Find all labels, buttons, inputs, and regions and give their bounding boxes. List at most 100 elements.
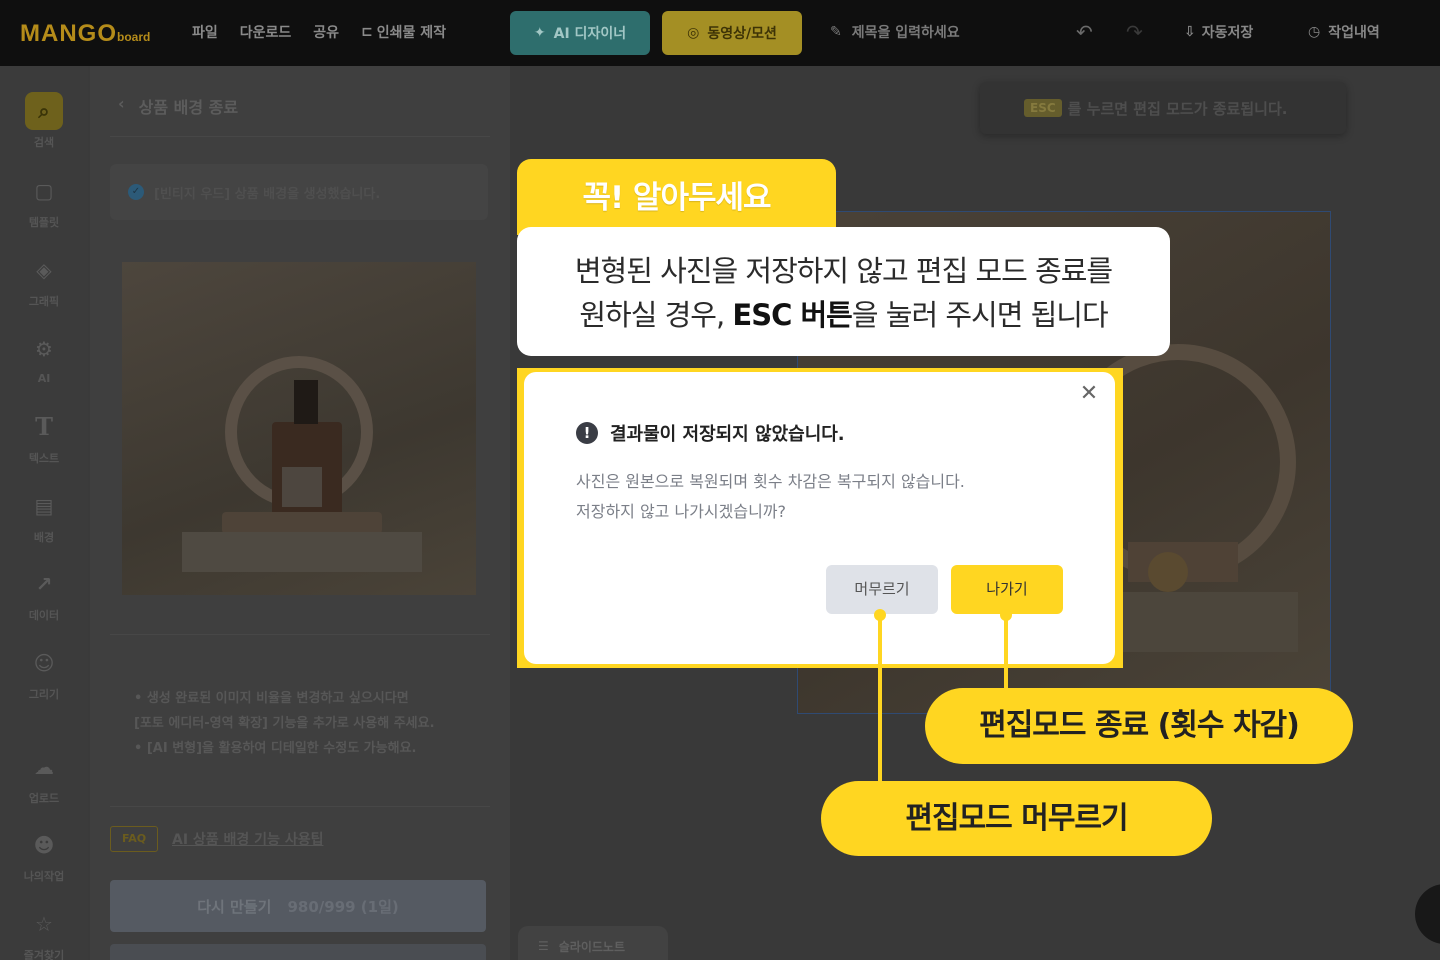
faq-link[interactable]: AI 상품 배경 기능 사용팁 xyxy=(172,829,323,849)
nav-label: AI xyxy=(37,372,51,385)
favorite-icon: ☆ xyxy=(35,912,53,936)
regenerate-button[interactable]: 다시 만들기 980/999 (1일) xyxy=(110,880,486,932)
dialog-body-line: 저장하지 않고 나가시겠습니까? xyxy=(576,502,787,521)
ai-designer-label: AI 디자이너 xyxy=(553,26,627,42)
callout-exit-label: 편집모드 종료 (횟수 차감) xyxy=(925,688,1353,764)
esc-banner: ESC 를 누르면 편집 모드가 종료됩니다. xyxy=(980,82,1346,134)
nav-label: 그리기 xyxy=(28,688,60,701)
video-motion-button[interactable]: ◎ 동영상/모션 xyxy=(662,11,802,55)
panel-header[interactable]: ‹ 상품 배경 종료 xyxy=(118,94,238,118)
nav-template[interactable]: ▢ 템플릿 xyxy=(0,172,88,230)
nav-label: 배경 xyxy=(33,531,55,544)
search-icon: ⌕ xyxy=(25,92,63,130)
ai-icon: ⚙ xyxy=(35,337,53,361)
check-icon: ✓ xyxy=(128,184,144,200)
print-label: 인쇄물 제작 xyxy=(376,25,447,41)
logo-sub: board xyxy=(117,30,151,44)
nav-label: 텍스트 xyxy=(28,452,60,465)
callout-stay-label: 편집모드 머무르기 xyxy=(821,781,1212,856)
connector-dot xyxy=(874,609,886,621)
tip-item: [포토 에디터-영역 확장] 기능을 추가로 사용해 주세요. xyxy=(134,716,435,731)
logo[interactable]: MANGOboard xyxy=(20,20,150,48)
magic-wand-icon: ✦ xyxy=(533,25,546,41)
nav-label: 업로드 xyxy=(28,792,60,805)
history-button[interactable]: ◷ 작업내역 xyxy=(1308,22,1380,42)
autosave-button[interactable]: ⇩ 자동저장 xyxy=(1184,22,1253,42)
menu-print[interactable]: ⊏ 인쇄물 제작 xyxy=(361,22,446,42)
nav-upload[interactable]: ☁ 업로드 xyxy=(0,748,88,806)
side-panel: ‹ 상품 배경 종료 ✓ [빈티지 우드] 상품 배경을 생성했습니다. • 생성 … xyxy=(90,66,510,960)
connector-dot xyxy=(1000,609,1012,621)
video-icon: ◎ xyxy=(687,25,700,41)
nav-data[interactable]: ↗ 데이터 xyxy=(0,565,88,623)
nav-label: 즐겨찾기 xyxy=(23,949,65,960)
callout-line-2: 원하실 경우, ESC 버튼을 눌러 주시면 됩니다 xyxy=(517,293,1170,337)
nav-search[interactable]: ⌕ 검색 xyxy=(0,92,88,150)
undo-icon[interactable]: ↶ xyxy=(1076,20,1093,44)
regenerate-count: 980/999 (1일) xyxy=(287,897,399,916)
esc-banner-text: 를 누르면 편집 모드가 종료됩니다. xyxy=(1067,99,1288,118)
redo-icon[interactable]: ↷ xyxy=(1126,20,1143,44)
callout-box: 변형된 사진을 저장하지 않고 편집 모드 종료를 원하실 경우, ESC 버튼… xyxy=(517,227,1170,356)
callout-line-2-post: 을 눌러 주시면 됩니다 xyxy=(851,298,1109,332)
title-input[interactable]: ✎ 제목을 입력하세요 xyxy=(830,22,960,42)
nav-graphic[interactable]: ◈ 그래픽 xyxy=(0,251,88,309)
nav-background[interactable]: ▤ 배경 xyxy=(0,487,88,545)
dialog-title-text: 결과물이 저장되지 않았습니다. xyxy=(610,424,845,445)
background-icon: ▤ xyxy=(34,494,54,518)
nav-label: 데이터 xyxy=(28,609,60,622)
nav-label: 검색 xyxy=(33,136,55,149)
print-icon: ⊏ xyxy=(361,24,373,40)
nav-label: 그래픽 xyxy=(28,295,60,308)
nav-favorite[interactable]: ☆ 즐겨찾기 xyxy=(0,905,88,960)
slide-note-label: 슬라이드노트 xyxy=(558,939,626,954)
nav-my-work[interactable]: ☻ 나의작업 xyxy=(0,826,88,884)
draw-icon: ☺ xyxy=(33,651,55,675)
dialog-body: 사진은 원본으로 복원되며 횟수 차감은 복구되지 않습니다. 저장하지 않고 … xyxy=(576,467,965,527)
menu-share[interactable]: 공유 xyxy=(313,22,339,42)
graphic-icon: ◈ xyxy=(36,258,52,282)
upload-icon: ☁ xyxy=(34,755,54,779)
divider xyxy=(110,806,490,807)
product-image[interactable] xyxy=(122,262,476,595)
status-notice: ✓ [빈티지 우드] 상품 배경을 생성했습니다. xyxy=(110,164,488,220)
ai-designer-button[interactable]: ✦ AI 디자이너 xyxy=(510,11,650,55)
callout-line-2-pre: 원하실 경우, xyxy=(579,298,733,332)
secondary-button[interactable] xyxy=(110,944,486,960)
callout-line-1: 변형된 사진을 저장하지 않고 편집 모드 종료를 xyxy=(574,254,1113,288)
dialog-body-line: 사진은 원본으로 복원되며 횟수 차감은 복구되지 않습니다. xyxy=(576,472,965,491)
dialog-title: ! 결과물이 저장되지 않았습니다. xyxy=(576,420,845,446)
nav-label: 템플릿 xyxy=(28,216,60,229)
chart-icon: ↗ xyxy=(35,572,53,596)
tip-item: • 생성 완료된 이미지 비율을 변경하고 싶으시다면 xyxy=(134,691,409,706)
nav-label: 나의작업 xyxy=(23,870,65,883)
title-placeholder: 제목을 입력하세요 xyxy=(851,25,960,41)
nav-draw[interactable]: ☺ 그리기 xyxy=(0,644,88,702)
callout-tab-text: 꼭! 알아두세요 xyxy=(582,180,771,216)
exit-button[interactable]: 나가기 xyxy=(951,565,1063,614)
stay-button[interactable]: 머무르기 xyxy=(826,565,938,614)
nav-ai[interactable]: ⚙ AI xyxy=(0,330,88,385)
close-icon[interactable]: ✕ xyxy=(1078,383,1100,405)
divider xyxy=(110,634,490,635)
chevron-left-icon: ‹ xyxy=(118,94,125,113)
menu-file[interactable]: 파일 xyxy=(192,22,218,42)
notice-text: [빈티지 우드] 상품 배경을 생성했습니다. xyxy=(154,186,381,202)
text-icon: T xyxy=(35,412,53,441)
regenerate-label: 다시 만들기 xyxy=(197,897,272,916)
tip-item: • [AI 변형]을 활용하여 디테일한 수정도 가능해요. xyxy=(134,741,417,756)
save-icon: ⇩ xyxy=(1184,24,1196,40)
nav-text[interactable]: T 텍스트 xyxy=(0,408,88,466)
divider xyxy=(110,136,490,137)
autosave-label: 자동저장 xyxy=(1201,25,1254,41)
callout-line-2-bold: ESC 버튼 xyxy=(732,298,852,332)
logo-text: MANGO xyxy=(20,20,117,47)
faq-row: FAQ AI 상품 배경 기능 사용팁 xyxy=(110,826,323,852)
product-photo xyxy=(182,356,422,572)
tips-list: • 생성 완료된 이미지 비율을 변경하고 싶으시다면 [포토 에디터-영역 확… xyxy=(134,686,435,761)
menu-download[interactable]: 다운로드 xyxy=(240,22,292,42)
slide-note-tab[interactable]: ☰ 슬라이드노트 xyxy=(518,926,668,960)
edit-icon: ✎ xyxy=(830,24,842,40)
history-label: 작업내역 xyxy=(1328,25,1380,41)
note-icon: ☰ xyxy=(538,939,549,953)
